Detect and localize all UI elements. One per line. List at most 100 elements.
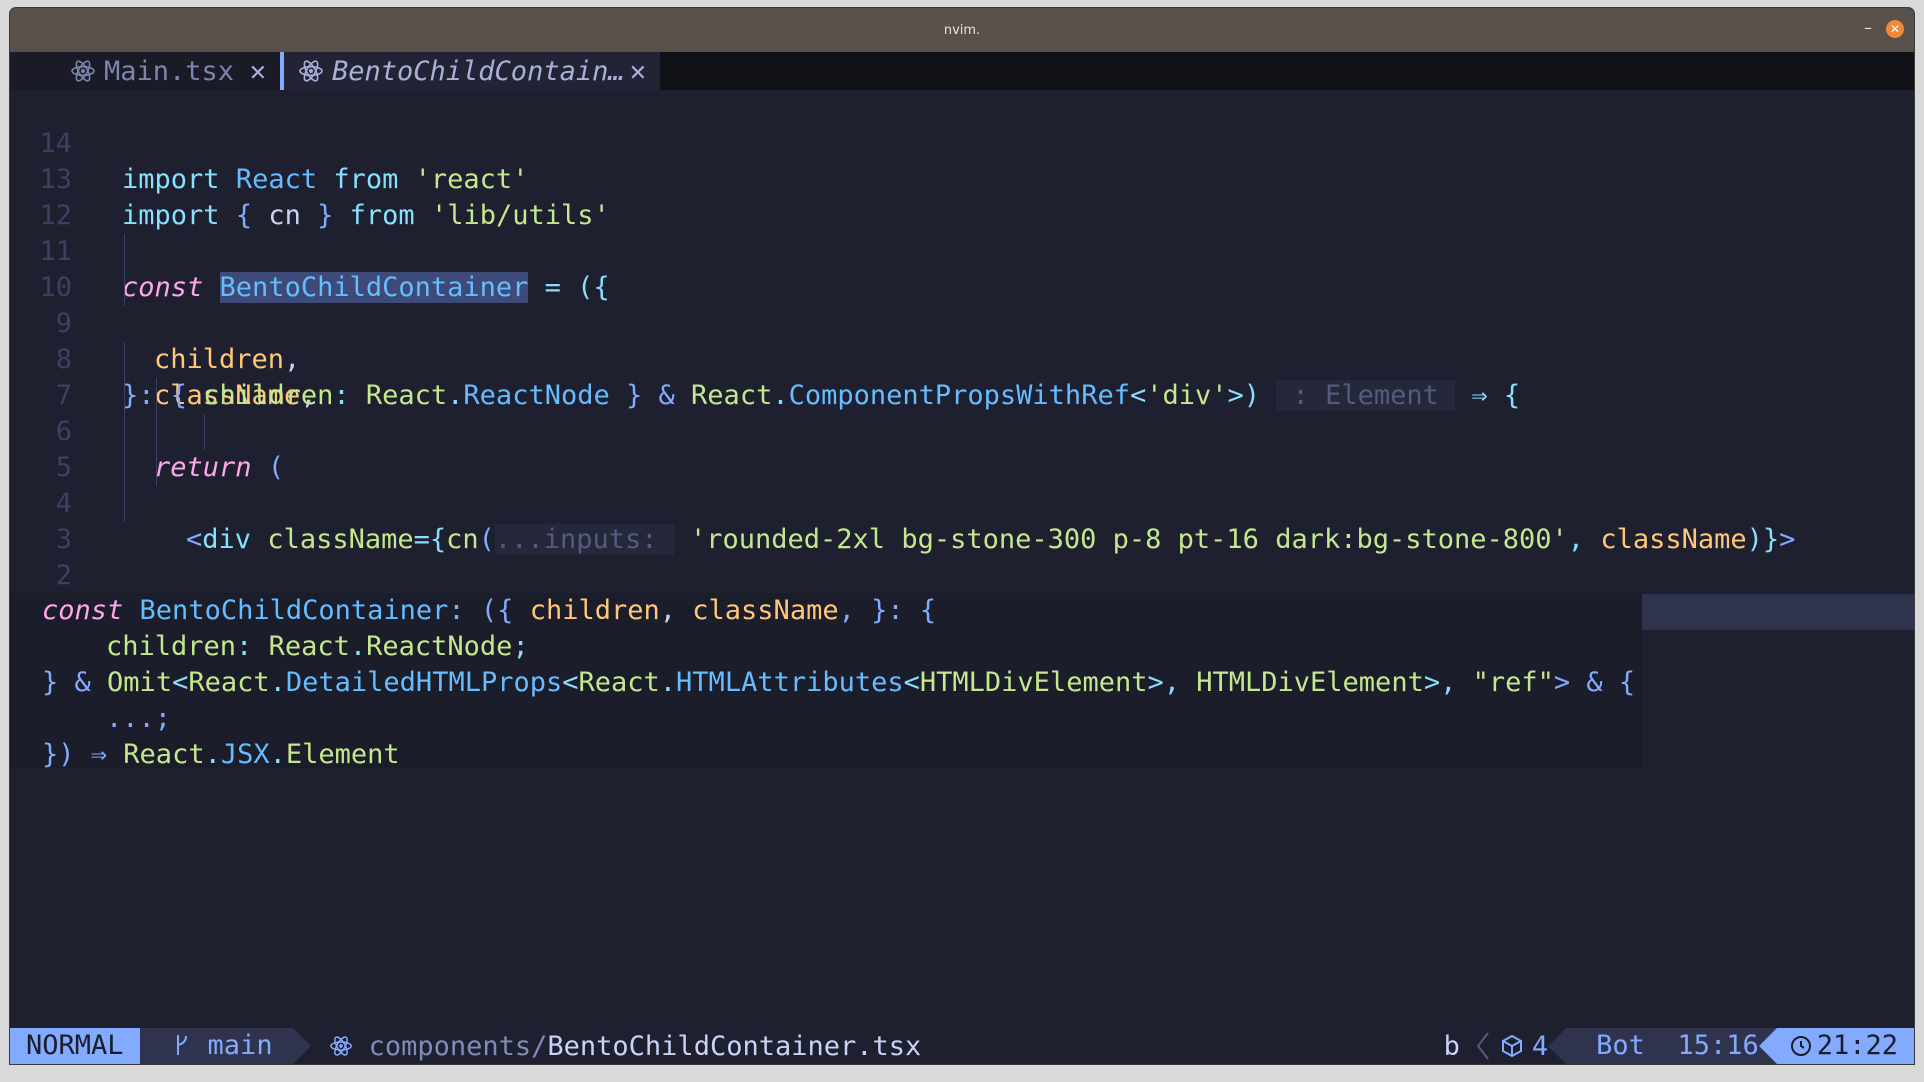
token: . — [659, 667, 677, 698]
clock-icon — [1790, 1036, 1811, 1056]
hover-line: children: React.ReactNode; — [106, 629, 529, 665]
react-icon — [329, 1036, 352, 1056]
indent-guide — [124, 342, 125, 378]
token: className — [692, 595, 839, 626]
line-col: 15:16 — [1677, 1030, 1759, 1061]
indent-guide — [124, 486, 125, 522]
git-branch-icon — [176, 1035, 187, 1055]
code-line: 13 import { cn } from 'lib/utils' — [10, 126, 1914, 231]
token: } & — [42, 667, 91, 698]
tab-bento-child-container[interactable]: BentoChildContain… ✕ — [280, 52, 660, 90]
token: . — [204, 739, 221, 770]
chevron-left-icon — [1476, 1032, 1489, 1060]
token: : — [236, 631, 253, 662]
code-line: 10 children, — [10, 234, 1914, 375]
git-branch: main — [139, 1028, 311, 1064]
indent-guide — [124, 270, 125, 306]
file-name: BentoChildContainer.tsx — [547, 1030, 922, 1062]
token: >, — [1423, 667, 1473, 698]
buffer-flag: b — [1443, 1030, 1460, 1062]
token: , — [659, 595, 677, 626]
indent-guide — [124, 414, 125, 450]
minimize-button[interactable]: – — [1864, 18, 1872, 37]
tab-close-icon[interactable]: ✕ — [250, 56, 266, 87]
token: const — [42, 595, 124, 626]
code-line: 3 ) — [10, 486, 1914, 627]
react-icon — [299, 60, 323, 82]
mode-indicator: NORMAL — [10, 1028, 158, 1064]
token: . — [349, 631, 367, 662]
tab-label: BentoChildContain… — [332, 55, 625, 87]
token: , }: { — [838, 595, 937, 626]
cube-icon — [1501, 1034, 1522, 1058]
window-title: nvim. — [943, 22, 981, 38]
token: >, — [1147, 667, 1197, 698]
token: > & { — [1553, 667, 1636, 698]
token: DetailedHTMLProps — [285, 667, 563, 698]
token: < — [562, 667, 579, 698]
token: React — [268, 631, 350, 662]
hover-line: const BentoChildContainer: ({ children , … — [42, 593, 936, 629]
close-button[interactable]: ✕ — [1886, 20, 1904, 38]
file-dir: components/ — [368, 1030, 548, 1062]
token: . — [269, 667, 286, 698]
indent-guide — [156, 414, 157, 450]
token: React — [188, 667, 270, 698]
token: children — [529, 595, 660, 626]
token: < — [903, 667, 920, 698]
code-line: 11 const BentoChildContainer = ({ — [10, 198, 1914, 303]
lsp-count: 4 — [1531, 1030, 1549, 1062]
tab-close-icon[interactable]: ✕ — [630, 56, 646, 87]
code-line: 9 className, — [10, 270, 1914, 411]
file-path: components/BentoChildContainer.tsx — [293, 1030, 922, 1062]
title-bar: nvim. – ✕ — [10, 8, 1914, 52]
token: : ({ — [448, 595, 514, 626]
token: HTMLDivElement — [1196, 667, 1424, 698]
code-line: 14 import React from 'react' — [10, 90, 1914, 195]
token: Omit — [107, 667, 173, 698]
hover-line: }) ⇒ React.JSX.Element — [42, 737, 400, 773]
token: ; — [512, 631, 529, 662]
code-line: 8 }: { children: React.ReactNode } & Rea… — [10, 306, 1914, 411]
code-line: 5 {children} — [10, 414, 1914, 627]
indent-guide — [156, 450, 157, 486]
token: HTMLAttributes — [676, 667, 904, 698]
token: ReactNode — [366, 631, 513, 662]
token: HTMLDivElement — [919, 667, 1148, 698]
token: . — [269, 739, 286, 770]
code-line: 6 <div className={cn(...inputs: 'rounded… — [10, 378, 1914, 555]
indent-guide — [156, 378, 157, 414]
clock: 21:22 — [1758, 1028, 1914, 1064]
indent-guide — [124, 378, 125, 414]
tab-main-tsx[interactable]: Main.tsx ✕ — [10, 52, 280, 90]
hover-line: ...; — [106, 701, 171, 737]
token: < — [172, 667, 189, 698]
code-line: 1 — [10, 558, 1914, 627]
code-editor[interactable]: 14 import React from 'react' 13 import {… — [10, 90, 1914, 699]
code-line: 2 } — [10, 522, 1914, 627]
token: React — [578, 667, 660, 698]
terminal-window: nvim. – ✕ Main.tsx ✕ BentoChildContain… … — [10, 8, 1914, 1064]
code-line: 12 — [10, 162, 1914, 231]
branch-name: main — [207, 1030, 273, 1061]
tab-label: Main.tsx — [104, 55, 235, 87]
status-right: b 4 Bot 15:16 21:22 — [1434, 1028, 1914, 1064]
token: "ref" — [1472, 667, 1554, 698]
token: children — [106, 631, 237, 662]
hover-line: } & Omit<React.DetailedHTMLProps<React.H… — [42, 665, 1635, 701]
indent-guide — [204, 414, 205, 450]
token: React — [123, 739, 205, 770]
code-line: 7 return ( — [10, 342, 1914, 483]
token: Element — [285, 739, 400, 770]
scroll-position: Bot — [1596, 1030, 1645, 1061]
hover-popup: const BentoChildContainer: ({ children , … — [10, 593, 1642, 770]
token: JSX — [220, 739, 270, 770]
token: }) ⇒ — [42, 739, 108, 770]
indent-guide — [124, 450, 125, 486]
token: BentoChildContainer — [139, 595, 449, 626]
cursor-position: Bot 15:16 — [1548, 1028, 1777, 1064]
clock-time: 21:22 — [1816, 1030, 1898, 1061]
token: ...; — [106, 703, 172, 734]
buffer-tabline: Main.tsx ✕ BentoChildContain… ✕ — [10, 52, 1914, 90]
indent-guide — [124, 234, 125, 270]
